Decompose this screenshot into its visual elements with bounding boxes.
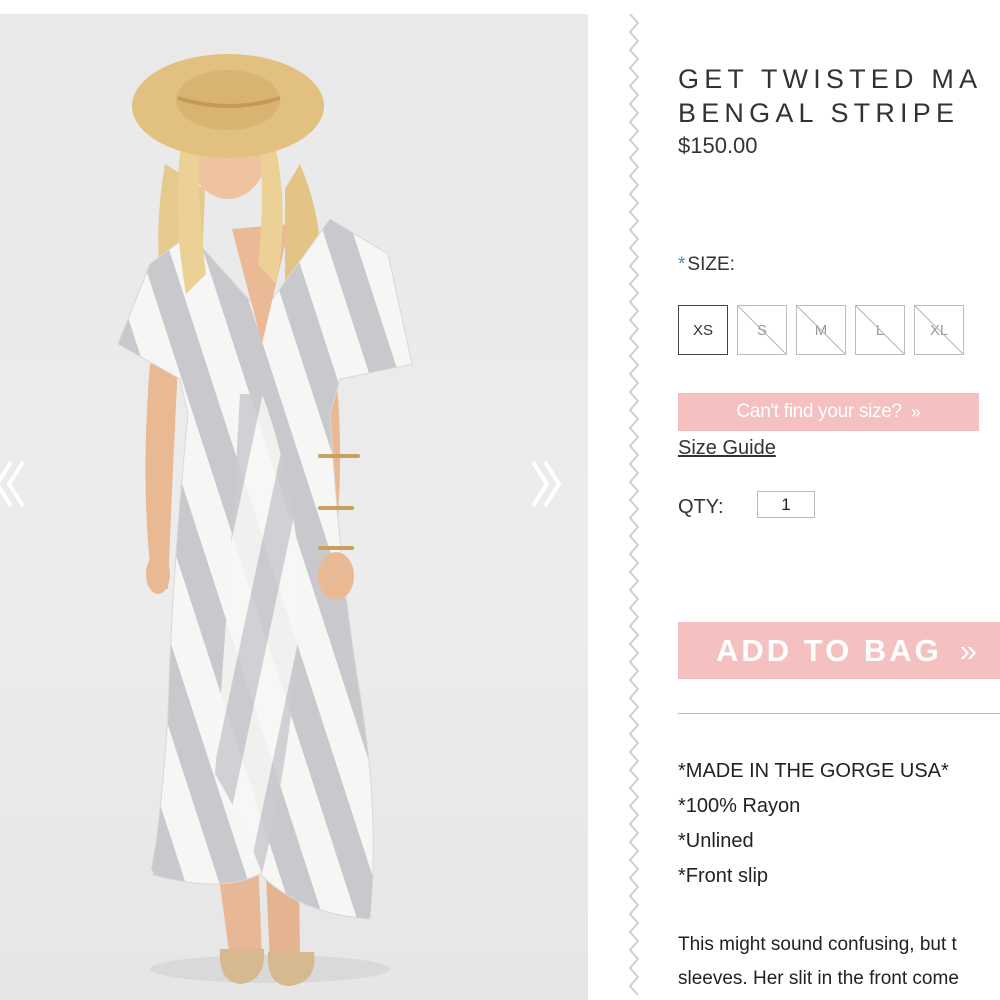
double-chevron-right-icon: » [910, 401, 921, 422]
unavailable-slash-icon [738, 306, 786, 354]
description-line: sleeves. Her slit in the front come [678, 968, 959, 989]
double-chevron-right-icon [531, 460, 562, 508]
double-chevron-right-icon: » [959, 632, 981, 668]
product-title-line1: GET TWISTED MA [678, 64, 983, 94]
size-option-xs[interactable]: XS [678, 305, 728, 355]
product-price: $150.00 [678, 133, 758, 158]
gallery-next-button[interactable] [524, 456, 568, 512]
product-details-panel: GET TWISTED MA BENGAL STRIPE $150.00 * SI… [678, 0, 1000, 1000]
feature-item: *MADE IN THE GORGE USA* [678, 760, 949, 782]
size-option-label: XS [692, 321, 713, 339]
product-description: This might sound confusing, but t sleeve… [678, 928, 1000, 996]
qty-input[interactable] [757, 491, 815, 518]
product-title-line2: BENGAL STRIPE [678, 98, 960, 128]
size-label-text: SIZE: [687, 254, 735, 275]
size-option-s[interactable]: S [737, 305, 787, 355]
add-to-bag-label: ADD TO BAG [716, 632, 942, 668]
product-title: GET TWISTED MA BENGAL STRIPE [678, 62, 1000, 130]
description-line: This might sound confusing, but t [678, 934, 957, 955]
size-guide-link[interactable]: Size Guide [678, 437, 776, 460]
zigzag-divider [628, 14, 640, 996]
add-to-bag-button[interactable]: ADD TO BAG » [678, 622, 1000, 679]
required-marker: * [678, 254, 686, 275]
product-features-list: *MADE IN THE GORGE USA* *100% Rayon *Unl… [678, 754, 949, 894]
unavailable-slash-icon [797, 306, 845, 354]
section-divider [678, 713, 1000, 714]
double-chevron-left-icon [0, 460, 25, 508]
size-option-l[interactable]: L [855, 305, 905, 355]
product-photo [117, 54, 413, 986]
unavailable-slash-icon [915, 306, 963, 354]
unavailable-slash-icon [856, 306, 904, 354]
qty-label: QTY: [678, 496, 724, 518]
gallery-prev-button[interactable] [0, 456, 32, 512]
feature-item: *Unlined [678, 830, 754, 852]
size-options: XS S M L XL [678, 305, 964, 355]
size-option-m[interactable]: M [796, 305, 846, 355]
size-option-xl[interactable]: XL [914, 305, 964, 355]
feature-item: *100% Rayon [678, 795, 801, 817]
feature-item: *Front slip [678, 865, 769, 887]
cant-find-size-label: Can't find your size? [736, 401, 903, 422]
product-image-gallery [0, 14, 588, 1000]
size-label: * SIZE: [678, 254, 735, 276]
cant-find-size-button[interactable]: Can't find your size? » [678, 393, 979, 431]
